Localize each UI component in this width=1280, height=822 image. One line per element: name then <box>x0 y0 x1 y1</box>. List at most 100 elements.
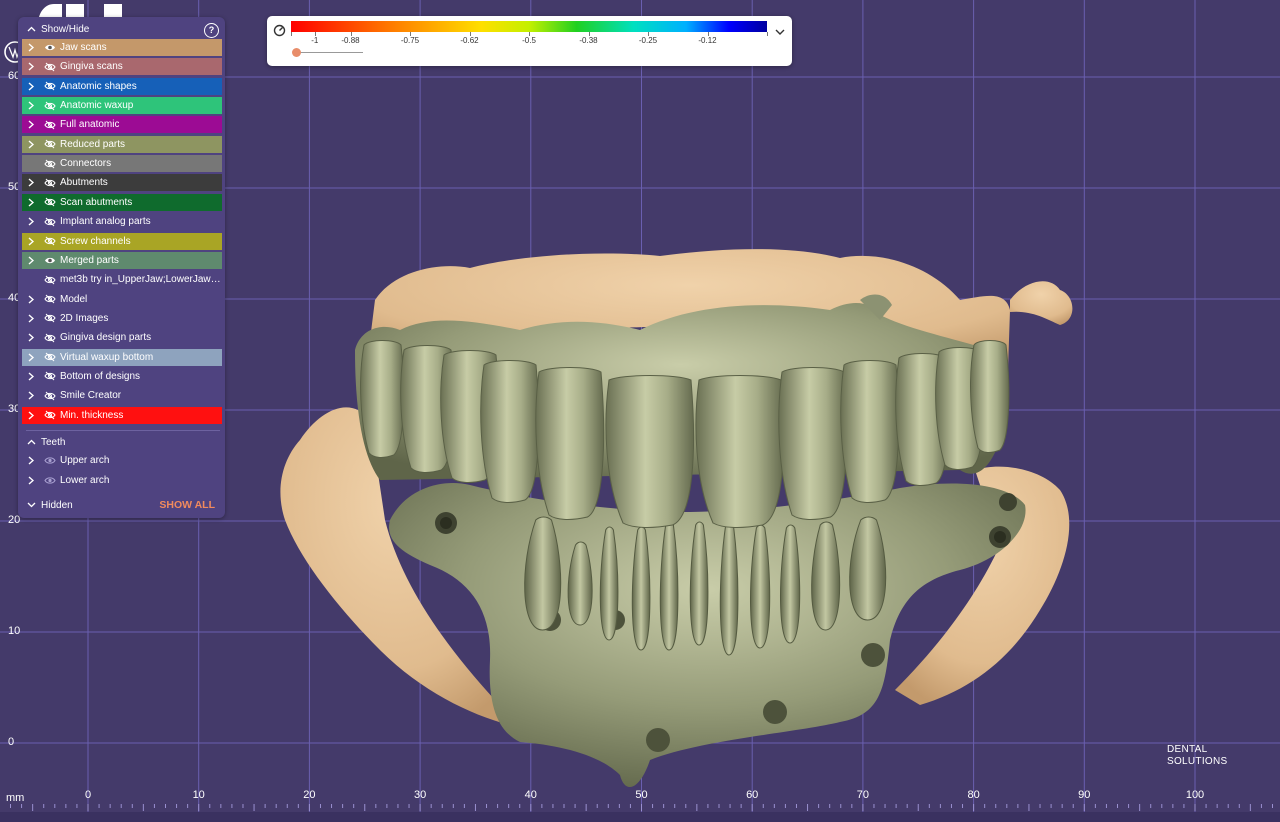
eye-off-icon[interactable] <box>44 139 56 149</box>
eye-off-icon[interactable] <box>44 197 56 207</box>
layer-row-anatomic-waxup[interactable]: Anatomic waxup <box>22 97 222 115</box>
eye-off-icon[interactable] <box>44 294 56 304</box>
layer-row-screw-channels[interactable]: Screw channels <box>22 232 222 250</box>
chevron-right-icon[interactable] <box>24 101 38 110</box>
layer-label: Smile Creator <box>60 390 122 402</box>
eye-off-icon[interactable] <box>44 81 56 91</box>
eye-off-icon[interactable] <box>44 333 56 343</box>
chevron-right-icon[interactable] <box>24 411 38 420</box>
chevron-right-icon[interactable] <box>24 475 38 485</box>
eye-off-icon[interactable] <box>44 217 56 227</box>
layer-label: Reduced parts <box>60 138 126 150</box>
layer-label: Jaw scans <box>60 42 107 53</box>
scale-label: -1 <box>311 36 319 45</box>
eye-off-icon[interactable] <box>44 352 56 362</box>
layer-row-model[interactable]: Model <box>22 291 222 308</box>
layer-row-bottom-of-designs[interactable]: Bottom of designs <box>22 368 222 385</box>
chevron-right-icon[interactable] <box>24 372 38 381</box>
teeth-label: Upper arch <box>60 455 110 466</box>
eye-off-icon[interactable] <box>44 62 56 72</box>
layer-row-gingiva-scans[interactable]: Gingiva scans <box>22 58 222 76</box>
eye-off-icon[interactable] <box>44 159 56 169</box>
scale-tick <box>767 32 768 36</box>
scale-slider-thumb[interactable] <box>292 48 301 57</box>
color-gradient-bar <box>291 21 767 32</box>
layer-label: Virtual waxup bottom <box>60 351 154 363</box>
chevron-down-icon[interactable] <box>26 502 36 508</box>
eye-off-icon[interactable] <box>44 120 56 130</box>
layer-row-scan-abutments[interactable]: Scan abutments <box>22 193 222 211</box>
eye-icon[interactable] <box>44 256 56 265</box>
teeth-header[interactable]: Teeth <box>18 432 225 452</box>
upper-tooth <box>535 367 605 520</box>
layer-row-met3b-try-in-upperjaw-lowerjaw-1[interactable]: met3b try in_UpperJaw;LowerJaw (1... <box>22 271 222 288</box>
scale-slider-track[interactable] <box>297 52 363 53</box>
chevron-right-icon[interactable] <box>24 120 38 129</box>
layer-row-smile-creator[interactable]: Smile Creator <box>22 387 222 404</box>
x-axis-label: 90 <box>1078 789 1091 801</box>
chevron-up-icon[interactable] <box>26 439 36 445</box>
eye-off-icon[interactable] <box>44 371 56 381</box>
chevron-right-icon[interactable] <box>24 236 38 246</box>
upper-tooth <box>480 360 540 503</box>
chevron-right-icon[interactable] <box>24 82 38 91</box>
layer-row-full-anatomic[interactable]: Full anatomic <box>22 116 222 134</box>
chevron-right-icon[interactable] <box>24 198 38 207</box>
chevron-down-icon[interactable] <box>775 28 785 36</box>
layer-row-min-thickness[interactable]: Min. thickness <box>22 406 222 424</box>
eye-off-icon[interactable] <box>44 313 56 323</box>
layer-row-abutments[interactable]: Abutments <box>22 174 222 192</box>
x-axis-label: 30 <box>413 789 427 801</box>
chevron-right-icon[interactable] <box>24 217 38 226</box>
chevron-right-icon[interactable] <box>24 333 38 342</box>
eye-off-icon[interactable] <box>44 101 56 111</box>
layer-label: 2D Images <box>60 312 109 324</box>
layer-row-merged-parts[interactable]: Merged parts <box>22 251 222 269</box>
layer-row-jaw-scans[interactable]: Jaw scans <box>22 39 222 56</box>
layer-label: Model <box>60 293 88 305</box>
layer-row-virtual-waxup-bottom[interactable]: Virtual waxup bottom <box>22 348 222 366</box>
scale-label: -0.38 <box>579 36 598 45</box>
thickness-color-scale: -1 -0.88 -0.75 -0.62 -0.5 -0.38 -0.25 -0.12 <box>267 16 792 66</box>
divider <box>26 430 220 431</box>
layer-row-anatomic-shapes[interactable]: Anatomic shapes <box>22 77 222 95</box>
hidden-header[interactable]: Hidden SHOW ALL <box>18 495 225 515</box>
eye-off-icon[interactable] <box>44 410 56 420</box>
upper-tooth <box>695 375 785 528</box>
layer-row-2d-images[interactable]: 2D Images <box>22 310 222 327</box>
eye-icon[interactable] <box>44 476 56 485</box>
eye-off-icon[interactable] <box>44 391 56 401</box>
chevron-up-icon[interactable] <box>26 26 36 32</box>
eye-icon[interactable] <box>44 43 56 52</box>
gauge-icon[interactable] <box>273 24 286 37</box>
x-axis-label: 50 <box>635 789 648 801</box>
chevron-right-icon[interactable] <box>24 178 38 187</box>
teeth-row-lower-arch[interactable]: Lower arch <box>22 472 222 489</box>
chevron-right-icon[interactable] <box>24 391 38 400</box>
x-axis-label: 100 <box>1185 789 1205 801</box>
show-hide-header[interactable]: Show/Hide ? <box>18 19 225 39</box>
y-axis-label: 10 <box>8 625 21 637</box>
show-all-button[interactable]: SHOW ALL <box>159 495 215 515</box>
chevron-right-icon[interactable] <box>24 62 38 71</box>
chevron-right-icon[interactable] <box>24 353 38 362</box>
eye-off-icon[interactable] <box>44 236 56 246</box>
layer-row-gingiva-design-parts[interactable]: Gingiva design parts <box>22 329 222 346</box>
chevron-right-icon[interactable] <box>24 456 38 465</box>
layer-row-implant-analog-parts[interactable]: Implant analog parts <box>22 213 222 230</box>
chevron-right-icon[interactable] <box>24 43 38 52</box>
chevron-right-icon[interactable] <box>24 295 38 304</box>
logo-text: DENTAL SOLUTIONS <box>1167 744 1228 768</box>
chevron-right-icon[interactable] <box>24 140 38 149</box>
layer-row-reduced-parts[interactable]: Reduced parts <box>22 135 222 153</box>
chevron-right-icon[interactable] <box>24 256 38 265</box>
eye-off-icon[interactable] <box>44 178 56 188</box>
help-icon[interactable]: ? <box>204 23 219 38</box>
teeth-row-upper-arch[interactable]: Upper arch <box>22 452 222 469</box>
chevron-right-icon[interactable] <box>24 314 38 323</box>
upper-tooth <box>840 360 900 503</box>
eye-icon[interactable] <box>44 456 56 465</box>
scale-label: -0.75 <box>400 36 420 45</box>
layer-row-connectors[interactable]: Connectors <box>22 155 222 173</box>
eye-off-icon[interactable] <box>44 275 56 285</box>
